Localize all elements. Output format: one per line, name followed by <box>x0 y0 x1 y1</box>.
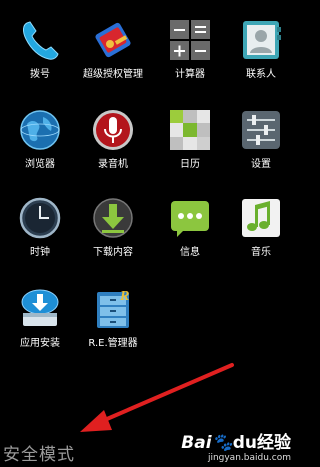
baidu-watermark: Bai🐾du经验 jingyan.baidu.com <box>181 428 291 463</box>
watermark-url: jingyan.baidu.com <box>207 453 291 463</box>
safe-mode-label: 安全模式 <box>3 445 75 465</box>
watermark-brand-c: 经验 <box>257 433 291 453</box>
watermark-brand-a: Bai <box>181 433 212 453</box>
arrow-icon <box>80 363 234 432</box>
paw-icon: 🐾 <box>211 433 233 453</box>
watermark-brand-b: du <box>232 433 257 453</box>
